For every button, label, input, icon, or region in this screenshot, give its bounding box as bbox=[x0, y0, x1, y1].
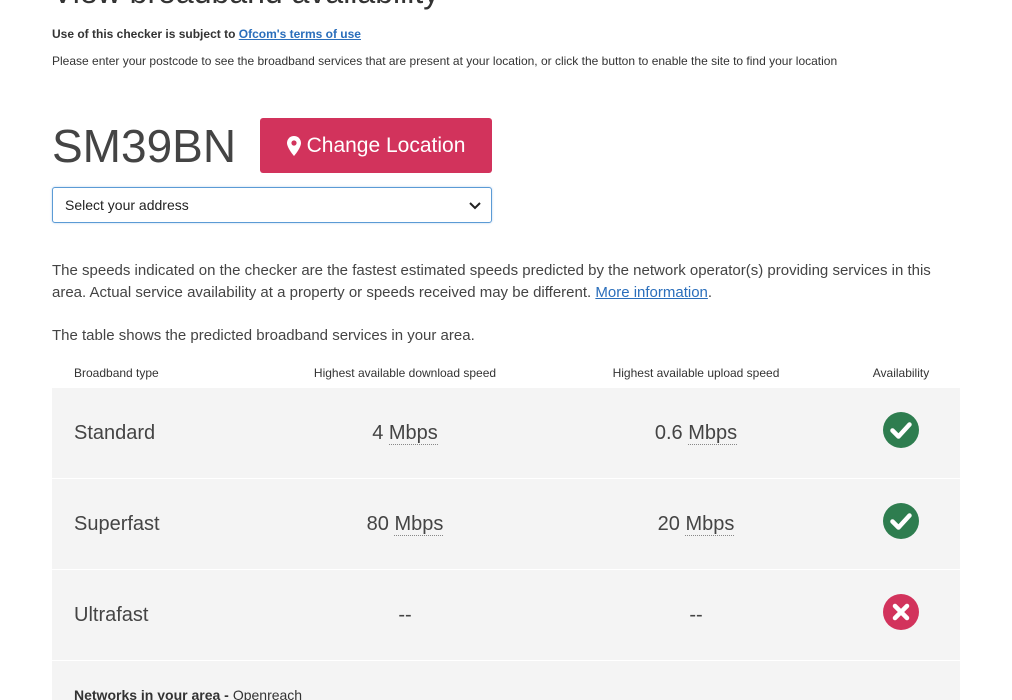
speed-disclaimer: The speeds indicated on the checker are … bbox=[52, 260, 962, 304]
row-availability bbox=[842, 594, 960, 636]
header-broadband-type: Broadband type bbox=[74, 366, 159, 380]
chevron-down-icon bbox=[469, 197, 481, 213]
unavailable-cross-icon bbox=[883, 594, 919, 630]
header-download-speed: Highest available download speed bbox=[313, 366, 497, 380]
networks-label: Networks in your area - bbox=[74, 687, 229, 700]
table-row: Ultrafast -- -- bbox=[52, 570, 960, 661]
upload-value: 0.6 bbox=[654, 421, 683, 444]
available-check-icon bbox=[883, 412, 919, 448]
postcode-display: SM39BN bbox=[52, 120, 237, 172]
terms-prefix: Use of this checker is subject to bbox=[52, 27, 236, 41]
address-select[interactable]: Select your address bbox=[52, 187, 492, 223]
upload-value: 20 bbox=[657, 512, 680, 535]
download-unit[interactable]: Mbps bbox=[388, 421, 438, 445]
header-upload-speed: Highest available upload speed bbox=[612, 366, 780, 380]
more-information-link[interactable]: More information bbox=[595, 284, 708, 301]
upload-unit[interactable]: Mbps bbox=[688, 421, 738, 445]
broadband-checker-page: View broadband availability Use of this … bbox=[0, 0, 1012, 700]
row-upload-speed: -- bbox=[689, 603, 703, 626]
row-download-speed: 80 Mbps bbox=[260, 512, 550, 536]
terms-notice: Use of this checker is subject to Ofcom'… bbox=[52, 27, 361, 41]
header-availability: Availability bbox=[872, 366, 930, 380]
table-row: Standard 4 Mbps 0.6 Mbps bbox=[52, 388, 960, 479]
more-info-suffix: . bbox=[707, 284, 713, 301]
available-check-icon bbox=[883, 503, 919, 539]
change-location-label: Change Location bbox=[306, 133, 466, 157]
row-download-speed: 4 Mbps bbox=[260, 421, 550, 445]
speed-note-text: The speeds indicated on the checker are … bbox=[52, 262, 931, 301]
row-broadband-type: Ultrafast bbox=[74, 603, 149, 626]
networks-value: Openreach bbox=[232, 687, 303, 700]
networks-in-area: Networks in your area - Openreach bbox=[52, 661, 960, 700]
download-unit[interactable]: Mbps bbox=[394, 512, 444, 536]
table-row: Superfast 80 Mbps 20 Mbps bbox=[52, 479, 960, 570]
table-header: Broadband type Highest available downloa… bbox=[52, 358, 960, 388]
download-value: 80 bbox=[366, 512, 389, 535]
address-select-value: Select your address bbox=[65, 197, 189, 213]
download-value: 4 bbox=[372, 421, 384, 444]
change-location-button[interactable]: Change Location bbox=[260, 118, 492, 173]
row-download-speed: -- bbox=[398, 603, 412, 626]
map-marker-icon bbox=[286, 135, 301, 156]
broadband-table: Broadband type Highest available downloa… bbox=[52, 358, 960, 700]
row-upload-speed: 20 Mbps bbox=[550, 512, 842, 536]
instruction-text: Please enter your postcode to see the br… bbox=[52, 54, 838, 68]
upload-unit[interactable]: Mbps bbox=[685, 512, 735, 536]
page-title: View broadband availability bbox=[52, 0, 439, 11]
row-availability bbox=[842, 503, 960, 545]
table-intro: The table shows the predicted broadband … bbox=[52, 327, 475, 344]
terms-link[interactable]: Ofcom's terms of use bbox=[239, 27, 361, 41]
row-availability bbox=[842, 412, 960, 454]
row-upload-speed: 0.6 Mbps bbox=[550, 421, 842, 445]
row-broadband-type: Standard bbox=[74, 421, 156, 444]
row-broadband-type: Superfast bbox=[74, 512, 160, 535]
